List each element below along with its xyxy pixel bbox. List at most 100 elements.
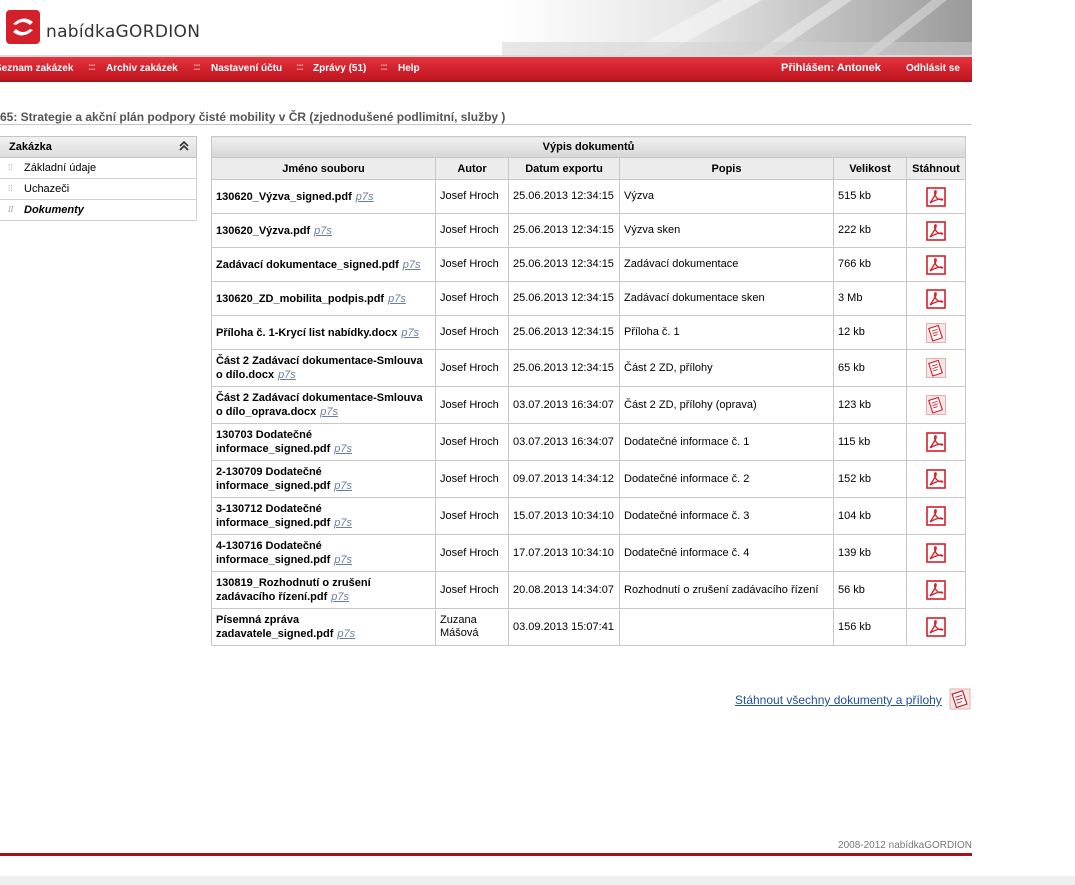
p7s-signature-link[interactable]: p7s [334,443,352,455]
table-row: 130819_Rozhodnutí o zrušení zadávacího ř… [211,571,966,609]
table-row: 2-130709 Dodatečné informace_signed.pdfp… [211,460,966,498]
description-cell: Dodatečné informace č. 2 [619,460,834,498]
export-date-cell: 25.06.2013 12:34:15 [508,179,620,214]
nav-seznam-zakazek[interactable]: Seznam zakázek [0,63,73,74]
download-cell [906,179,966,214]
pdf-icon[interactable] [926,506,946,526]
p7s-signature-link[interactable]: p7s [314,225,332,237]
document-icon[interactable] [949,688,971,710]
size-cell: 115 kb [833,423,907,461]
document-icon[interactable] [926,358,946,378]
table-row: Písemná zpráva zadavatele_signed.pdf p7s Z… [211,608,966,646]
sidebar-heading[interactable]: Zakázka [0,136,197,158]
download-cell [906,315,966,350]
file-name[interactable]: 130703 Dodatečné informace_signed.pdf [216,429,330,455]
description-cell: Část 2 ZD, přílohy [619,349,834,387]
file-name[interactable]: 130620_Výzva_signed.pdf [216,191,352,203]
download-cell [906,281,966,316]
table-row: Část 2 Zadávací dokumentace-Smlouva o dí… [211,386,966,424]
p7s-signature-link[interactable]: p7s [334,480,352,492]
description-cell: Výzva sken [619,213,834,248]
p7s-signature-link[interactable]: p7s [337,628,355,640]
sidebar-item-zakladni-udaje[interactable]: ⁞⁞ Základní údaje [0,158,197,179]
nav-help[interactable]: Help [398,63,420,74]
download-cell [906,571,966,609]
table-row: 130620_Výzva_signed.pdf p7s Josef Hroch 25.… [211,179,966,214]
p7s-signature-link[interactable]: p7s [356,191,374,203]
p7s-signature-link[interactable]: p7s [278,369,296,381]
nav-nastaveni-uctu[interactable]: Nastavení účtu [211,63,282,74]
size-cell: 152 kb [833,460,907,498]
download-cell [906,349,966,387]
sidebar-item-uchazeci[interactable]: ⁞⁞ Uchazeči [0,179,197,200]
page: nabídkaGORDION Seznam zakázek ::: Archiv… [0,0,972,885]
pdf-icon[interactable] [926,617,946,637]
p7s-signature-link[interactable]: p7s [334,517,352,529]
pdf-icon[interactable] [926,288,946,309]
document-icon[interactable] [926,322,946,343]
download-cell [906,386,966,424]
download-cell [906,608,966,646]
file-name-cell: 130620_ZD_mobilita_podpis.pdf p7s [211,281,436,316]
description-cell: Dodatečné informace č. 3 [619,497,834,535]
file-name[interactable]: 130620_Výzva.pdf [216,225,310,237]
pdf-icon[interactable] [926,469,946,489]
author-cell: Josef Hroch [435,349,509,387]
table-caption: Výpis dokumentů [211,136,966,158]
column-header-size: Velikost [833,157,907,180]
document-icon[interactable] [926,395,946,415]
pdf-icon[interactable] [926,220,946,241]
table-row: Zadávací dokumentace_signed.pdf p7s Josef … [211,247,966,282]
p7s-signature-link[interactable]: p7s [320,406,338,418]
p7s-signature-link[interactable]: p7s [401,327,419,339]
page-title: 65: Strategie a akční plán podpory čisté… [0,110,506,124]
p7s-signature-link[interactable]: p7s [334,554,352,566]
pdf-icon[interactable] [926,580,946,600]
nav-separator: ::: [88,62,96,73]
size-cell: 123 kb [833,386,907,424]
file-name-cell: 4-130716 Dodatečné informace_signed.pdfp… [211,534,436,572]
description-cell: Část 2 ZD, přílohy (oprava) [619,386,834,424]
pdf-icon[interactable] [926,254,946,275]
sidebar: Zakázka ⁞⁞ Základní údaje ⁞⁞ Uchazeči ⁞⁞… [0,136,197,221]
file-name[interactable]: 2-130709 Dodatečné informace_signed.pdf [216,466,330,492]
description-cell [619,608,834,646]
file-name[interactable]: 3-130712 Dodatečné informace_signed.pdf [216,503,330,529]
p7s-signature-link[interactable]: p7s [331,591,349,603]
description-cell: Dodatečné informace č. 1 [619,423,834,461]
pdf-icon[interactable] [926,186,946,207]
bullet-icon: ⁞⁞ [8,163,13,172]
main-nav: Seznam zakázek ::: Archiv zakázek ::: Na… [0,57,972,82]
p7s-signature-link[interactable]: p7s [403,259,421,271]
nav-archiv-zakazek[interactable]: Archiv zakázek [106,63,178,74]
bottom-band [0,876,1075,885]
file-name[interactable]: 130620_ZD_mobilita_podpis.pdf [216,293,384,305]
p7s-signature-link[interactable]: p7s [388,293,406,305]
file-name[interactable]: Příloha č. 1-Krycí list nabídky.docx [216,327,397,339]
table-row: Část 2 Zadávací dokumentace-Smlouva o dí… [211,349,966,387]
description-cell: Zadávací dokumentace [619,247,834,282]
file-name[interactable]: Písemná zpráva zadavatele_signed.pdf [216,614,333,640]
header: nabídkaGORDION [0,0,972,55]
logout-link[interactable]: Odhlásit se [906,63,960,74]
file-name-cell: Část 2 Zadávací dokumentace-Smlouva o dí… [211,349,436,387]
author-cell: Zuzana Mášová [435,608,509,646]
download-all-link[interactable]: Stáhnout všechny dokumenty a přílohy [735,693,942,707]
description-cell: Dodatečné informace č. 4 [619,534,834,572]
pdf-icon[interactable] [926,543,946,563]
file-name-cell: 130620_Výzva_signed.pdf p7s [211,179,436,214]
file-name[interactable]: 4-130716 Dodatečné informace_signed.pdf [216,540,330,566]
download-cell [906,460,966,498]
pdf-icon[interactable] [926,432,946,452]
file-name[interactable]: Zadávací dokumentace_signed.pdf [216,259,399,271]
download-cell [906,247,966,282]
export-date-cell: 03.09.2013 15:07:41 [508,608,620,646]
title-divider [0,124,972,125]
file-name-cell: Část 2 Zadávací dokumentace-Smlouva o dí… [211,386,436,424]
size-cell: 222 kb [833,213,907,248]
file-name[interactable]: Část 2 Zadávací dokumentace-Smlouva o dí… [216,355,423,381]
table-row: 130620_ZD_mobilita_podpis.pdf p7s Josef Hr… [211,281,966,316]
nav-zpravy[interactable]: Zprávy (51) [313,63,366,74]
sidebar-item-dokumenty[interactable]: ⁞⁞ Dokumenty [0,200,197,221]
download-cell [906,497,966,535]
